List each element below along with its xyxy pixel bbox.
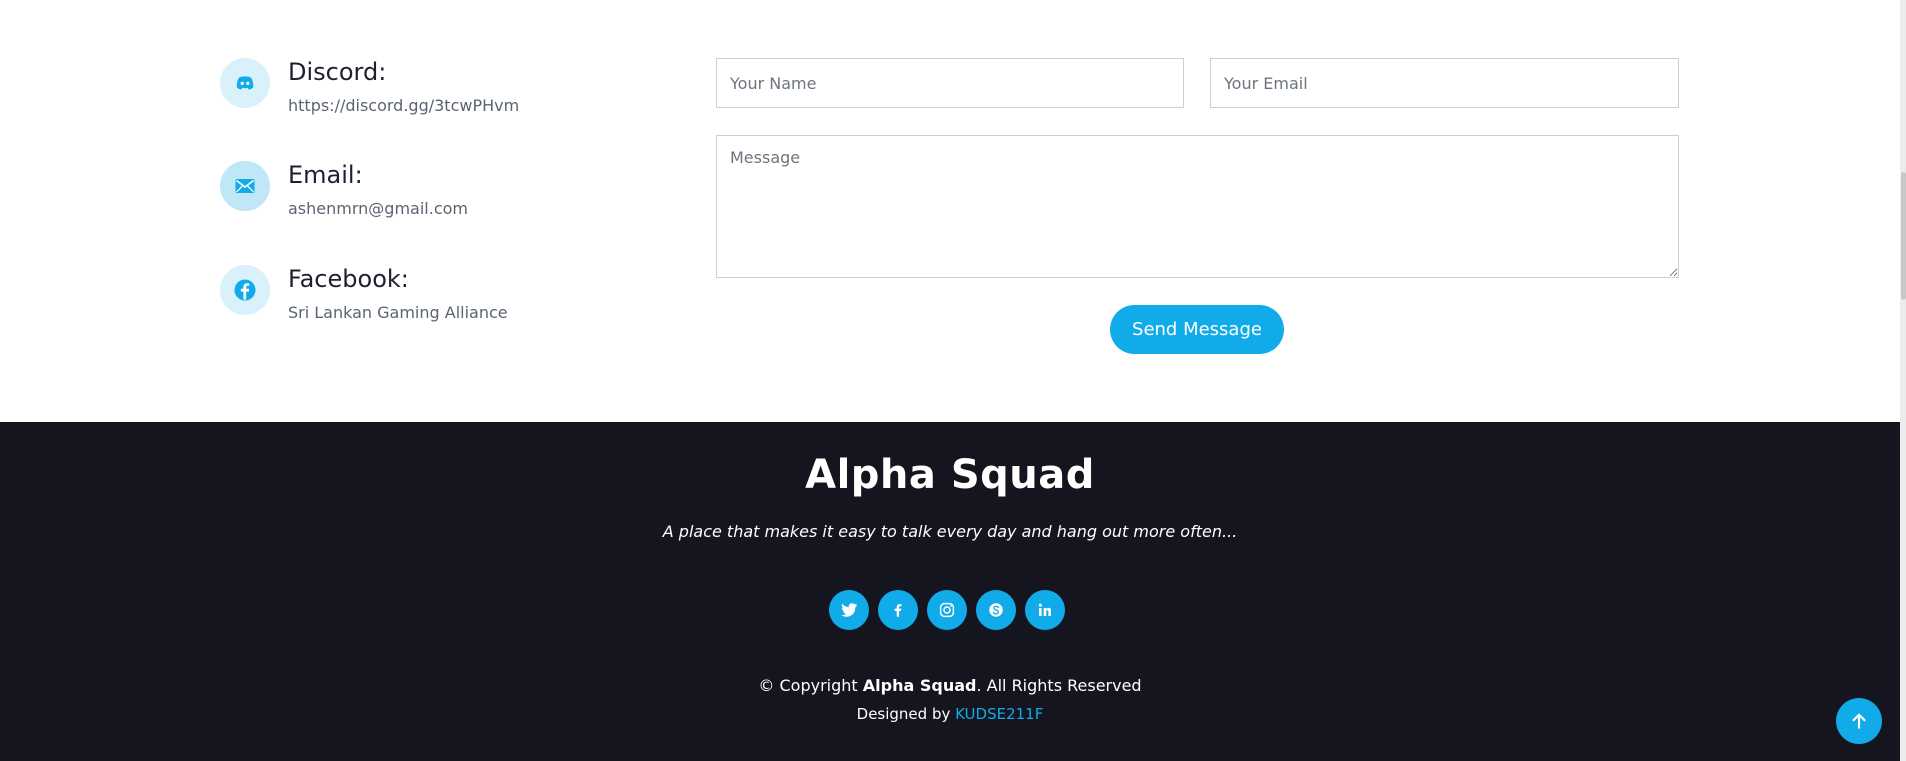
copyright-suffix: . All Rights Reserved — [976, 676, 1142, 695]
scrollbar-thumb[interactable] — [1901, 172, 1906, 300]
contact-item-text: ashenmrn@gmail.com — [288, 199, 468, 218]
contact-section: Discord: https://discord.gg/3tcwPHvm Ema… — [0, 0, 1906, 422]
footer-brand: Alpha Squad — [805, 452, 1095, 498]
footer: Alpha Squad A place that makes it easy t… — [0, 422, 1900, 761]
contact-item-text: https://discord.gg/3tcwPHvm — [288, 96, 520, 115]
copyright-prefix: © Copyright — [758, 676, 863, 695]
contact-item-text: Sri Lankan Gaming Alliance — [288, 303, 508, 322]
email-input[interactable] — [1210, 58, 1679, 108]
copyright-text: © Copyright Alpha Squad. All Rights Rese… — [0, 676, 1900, 695]
arrow-up-icon — [1852, 713, 1866, 729]
twitter-icon[interactable] — [829, 590, 869, 630]
contact-item-title: Facebook: — [288, 265, 409, 293]
back-to-top-button[interactable] — [1836, 698, 1882, 744]
linkedin-icon[interactable] — [1025, 590, 1065, 630]
contact-item-title: Discord: — [288, 58, 387, 86]
facebook-icon — [220, 265, 270, 315]
send-message-button[interactable]: Send Message — [1110, 305, 1284, 354]
scrollbar-track[interactable] — [1900, 0, 1906, 761]
designer-link[interactable]: KUDSE211F — [955, 705, 1043, 723]
facebook-icon[interactable] — [878, 590, 918, 630]
name-input[interactable] — [716, 58, 1184, 108]
discord-icon — [220, 58, 270, 108]
contact-item-title: Email: — [288, 161, 363, 189]
skype-icon[interactable] — [976, 590, 1016, 630]
mail-icon — [220, 161, 270, 211]
credits-text: Designed by KUDSE211F — [0, 705, 1900, 723]
social-links — [829, 590, 1065, 630]
message-textarea[interactable] — [716, 135, 1679, 278]
instagram-icon[interactable] — [927, 590, 967, 630]
designed-by-label: Designed by — [856, 705, 956, 723]
footer-tagline: A place that makes it easy to talk every… — [662, 522, 1238, 541]
copyright-brand: Alpha Squad — [862, 676, 977, 695]
